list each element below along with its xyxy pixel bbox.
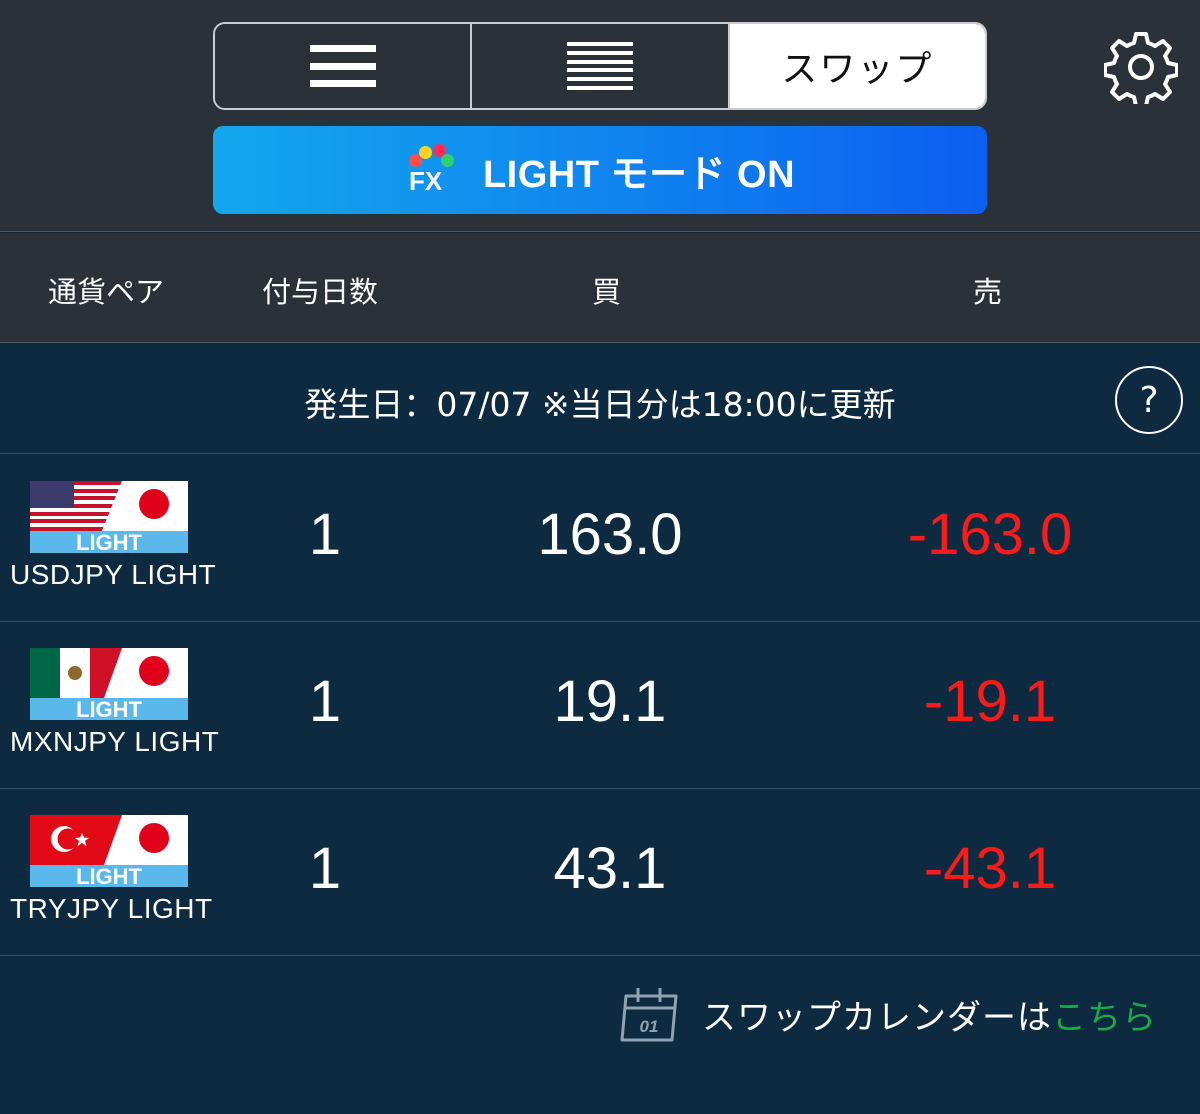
light-badge: LIGHT [76,530,143,553]
buy-swap-value: 43.1 [553,836,667,901]
table-row[interactable]: LIGHT TRYJPY LIGHT 1 43.1 -43.1 [0,789,1200,956]
calendar-here-link[interactable]: こちら [1052,990,1157,1039]
buy-swap-value: 163.0 [537,502,683,567]
column-header: 通貨ペア 付与日数 買 売 [0,233,1200,343]
tr-jp-flag: LIGHT [30,815,188,887]
view-segment-control: スワップ [213,22,987,110]
column-days: 付与日数 [262,275,379,309]
buy-swap-value: 19.1 [553,669,667,734]
days-value: 1 [308,669,342,734]
calendar-link-text: スワップカレンダーは [702,997,1052,1038]
occurrence-date-text: 発生日：07/07 ※当日分は18:00に更新 [304,385,896,424]
tab-list-view[interactable] [215,24,473,108]
tab-compact-view[interactable] [472,24,730,108]
gear-icon[interactable] [1104,30,1178,104]
help-button[interactable]: ? [1115,366,1183,434]
light-badge: LIGHT [76,864,143,887]
us-jp-flag: LIGHT [30,481,188,553]
column-pair: 通貨ペア [48,275,165,309]
table-row[interactable]: LIGHT USDJPY LIGHT 1 163.0 -163.0 [0,455,1200,622]
many-lines-icon [566,42,633,90]
sell-swap-value: -19.1 [923,669,1057,734]
info-row: 発生日：07/07 ※当日分は18:00に更新 ? [0,344,1200,454]
light-mode-label: LIGHT モード ON [482,153,796,196]
sell-swap-value: -43.1 [923,836,1057,901]
top-bar: スワップ FX LIGHT モード ON [0,0,1200,232]
three-lines-icon [309,45,376,87]
pair-name: TRYJPY LIGHT [10,893,213,924]
column-buy: 買 [592,275,622,309]
pair-name: MXNJPY LIGHT [10,726,220,757]
light-mode-button[interactable]: FX LIGHT モード ON [213,126,987,214]
table-row[interactable]: LIGHT MXNJPY LIGHT 1 19.1 -19.1 [0,622,1200,789]
mx-jp-flag: LIGHT [30,648,188,720]
column-sell: 売 [973,275,1003,309]
calendar-icon: 01 [620,988,678,1042]
days-value: 1 [308,836,342,901]
tab-swap[interactable]: スワップ [729,24,985,108]
light-badge: LIGHT [76,697,143,720]
pair-name: USDJPY LIGHT [10,559,217,590]
svg-text:01: 01 [640,1017,659,1036]
swap-calendar-link[interactable]: 01 スワップカレンダーは こちら [618,984,1157,1044]
sell-swap-value: -163.0 [907,502,1073,567]
fx-logo-icon: FX [405,142,461,198]
question-icon: ? [1139,379,1159,421]
days-value: 1 [308,502,342,567]
